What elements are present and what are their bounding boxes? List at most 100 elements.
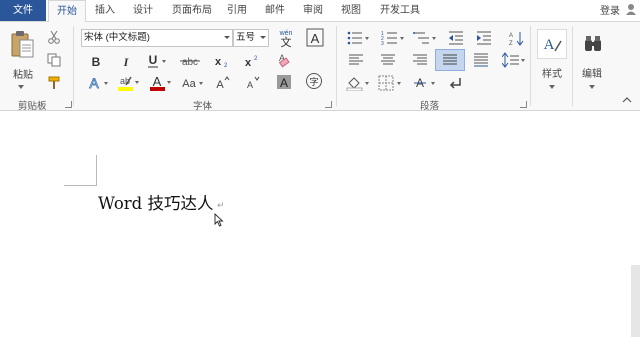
- font-color-button[interactable]: A: [148, 74, 174, 92]
- vertical-scrollbar[interactable]: [631, 265, 640, 337]
- svg-text:x: x: [215, 56, 222, 68]
- margin-corner-mark: [96, 155, 97, 186]
- svg-text:x: x: [245, 57, 252, 68]
- clipboard-launcher-icon[interactable]: [65, 101, 72, 108]
- document-body-text[interactable]: Word 技巧达人: [98, 190, 213, 214]
- highlight-color-button[interactable]: ab: [116, 74, 142, 92]
- sort-button[interactable]: AZ: [506, 29, 526, 47]
- editing-dropdown-icon[interactable]: [589, 80, 595, 89]
- svg-text:A: A: [544, 37, 555, 53]
- tab-developer[interactable]: 开发工具: [374, 0, 426, 21]
- group-separator: [530, 26, 531, 106]
- borders-button[interactable]: [378, 74, 404, 92]
- character-shading-button[interactable]: A: [274, 73, 294, 91]
- svg-text:3: 3: [381, 41, 384, 46]
- tab-home[interactable]: 开始: [48, 0, 86, 22]
- decrease-indent-button[interactable]: [446, 29, 466, 47]
- paste-icon[interactable]: [10, 30, 36, 60]
- align-left-button[interactable]: [346, 51, 366, 69]
- tab-insert[interactable]: 插入: [90, 0, 120, 21]
- enclose-characters-button[interactable]: 字: [304, 72, 324, 90]
- svg-text:A: A: [311, 31, 320, 46]
- align-right-button[interactable]: [410, 51, 430, 69]
- tab-file[interactable]: 文件: [0, 0, 46, 21]
- svg-text:B: B: [92, 55, 101, 68]
- svg-text:文: 文: [281, 35, 292, 49]
- font-size-combo[interactable]: 五号: [233, 29, 269, 47]
- svg-text:A: A: [509, 33, 513, 39]
- distributed-button[interactable]: [471, 51, 491, 69]
- mouse-pointer-icon: [214, 212, 224, 227]
- find-binoculars-icon[interactable]: [579, 29, 607, 59]
- tab-review[interactable]: 审阅: [298, 0, 328, 21]
- copy-icon[interactable]: [44, 51, 64, 69]
- tab-references[interactable]: 引用: [222, 0, 252, 21]
- font-launcher-icon[interactable]: [325, 101, 332, 108]
- format-painter-icon[interactable]: [44, 74, 64, 92]
- cut-icon[interactable]: [44, 28, 64, 46]
- group-separator: [336, 26, 337, 106]
- ribbon-tab-bar: 文件 开始 插入 设计 页面布局 引用 邮件 审阅 视图 开发工具 登录: [0, 0, 640, 22]
- svg-text:A: A: [247, 80, 253, 90]
- svg-text:A: A: [216, 79, 224, 91]
- shading-button[interactable]: [346, 74, 372, 92]
- strikethrough-button[interactable]: abc: [178, 52, 202, 70]
- svg-text:字: 字: [309, 76, 318, 88]
- group-separator: [73, 26, 74, 106]
- paste-dropdown-icon[interactable]: [18, 80, 24, 89]
- paragraph-mark: ↵: [217, 200, 225, 210]
- character-border-icon[interactable]: A: [304, 27, 326, 49]
- styles-label[interactable]: 样式: [542, 65, 562, 80]
- clipboard-group-label: 剪贴板: [18, 101, 47, 112]
- grow-font-button[interactable]: A: [212, 74, 232, 92]
- styles-dropdown-icon[interactable]: [549, 80, 555, 89]
- svg-text:Aa: Aa: [182, 78, 196, 90]
- superscript-button[interactable]: x2: [240, 52, 260, 70]
- font-group-label: 字体: [193, 101, 213, 112]
- svg-text:2: 2: [224, 63, 228, 68]
- change-case-button[interactable]: Aa: [180, 74, 206, 92]
- text-effects-button[interactable]: A: [86, 74, 112, 92]
- tab-page-layout[interactable]: 页面布局: [166, 0, 218, 21]
- ribbon: 粘贴 剪贴板 宋体 (中文标题) 五号 wén 文 A B I U abc x2 …: [0, 21, 640, 112]
- collapse-ribbon-icon[interactable]: [620, 94, 634, 106]
- svg-text:I: I: [123, 55, 130, 68]
- svg-text:A: A: [280, 76, 288, 90]
- shrink-font-button[interactable]: A: [242, 74, 262, 92]
- margin-corner-mark: [64, 185, 97, 186]
- bullets-button[interactable]: [346, 29, 372, 47]
- styles-icon[interactable]: A: [537, 29, 567, 59]
- align-center-button[interactable]: [378, 51, 398, 69]
- tab-design[interactable]: 设计: [128, 0, 158, 21]
- justify-button[interactable]: [435, 49, 465, 71]
- svg-text:A: A: [89, 75, 99, 91]
- chinese-layout-button[interactable]: A: [412, 74, 438, 92]
- phonetic-guide-icon[interactable]: wén 文: [275, 27, 297, 49]
- italic-button[interactable]: I: [116, 52, 136, 70]
- svg-text:A: A: [153, 74, 162, 89]
- paste-label[interactable]: 粘贴: [13, 66, 33, 81]
- login-link[interactable]: 登录: [600, 2, 620, 17]
- paragraph-launcher-icon[interactable]: [520, 101, 527, 108]
- numbering-button[interactable]: 123: [381, 29, 407, 47]
- underline-button[interactable]: U: [146, 52, 166, 70]
- increase-indent-button[interactable]: [474, 29, 494, 47]
- group-separator: [572, 26, 573, 106]
- clear-formatting-icon[interactable]: A: [272, 51, 292, 69]
- document-area[interactable]: Word 技巧达人 ↵: [0, 112, 640, 337]
- tab-mailings[interactable]: 邮件: [260, 0, 290, 21]
- line-spacing-button[interactable]: [502, 51, 528, 69]
- paragraph-marks-button[interactable]: [446, 74, 466, 92]
- bold-button[interactable]: B: [86, 52, 106, 70]
- editing-label[interactable]: 编辑: [582, 65, 602, 80]
- user-icon[interactable]: [624, 2, 638, 16]
- tab-view[interactable]: 视图: [336, 0, 366, 21]
- multilevel-list-button[interactable]: [413, 29, 439, 47]
- font-name-combo[interactable]: 宋体 (中文标题): [81, 29, 233, 47]
- subscript-button[interactable]: x2: [210, 52, 230, 70]
- svg-text:Z: Z: [509, 41, 513, 46]
- svg-text:abc: abc: [182, 57, 198, 68]
- font-size-value: 五号: [236, 32, 256, 43]
- svg-text:2: 2: [254, 56, 258, 62]
- paragraph-group-label: 段落: [420, 101, 440, 112]
